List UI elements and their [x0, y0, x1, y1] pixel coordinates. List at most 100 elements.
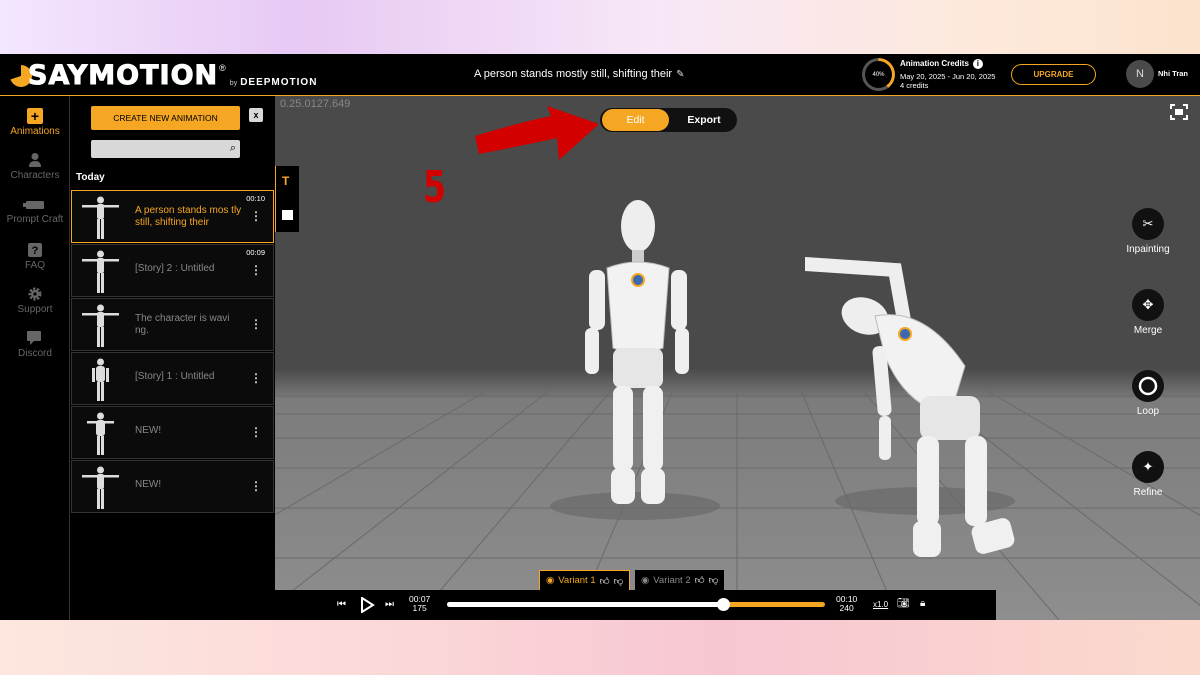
animation-list-item[interactable]: 00:09 [Story] 2 : Untitled ⋮ [71, 244, 274, 297]
film-icon[interactable] [282, 210, 293, 220]
nav-item-discord[interactable]: Discord [0, 330, 70, 359]
search-input[interactable]: ⌕ [91, 140, 240, 158]
variant-label: Variant 1 [558, 575, 596, 586]
character-thumbnail [92, 358, 109, 401]
person-icon [29, 153, 41, 167]
animation-title[interactable]: A person stands mostly still, shifting t… [474, 68, 684, 80]
tool-refine[interactable]: ✦ Refine [1113, 451, 1183, 498]
mode-toggle: Edit Export [600, 108, 737, 132]
character-thumbnail [82, 250, 119, 293]
tool-label: Inpainting [1126, 244, 1170, 255]
more-options-icon[interactable]: ⋮ [250, 479, 262, 493]
tool-loop[interactable]: Loop [1113, 370, 1183, 417]
logo-text: SAYMOTION [27, 60, 219, 92]
animations-panel: CREATE NEW ANIMATION x ⌕ Today 00:10 A p… [71, 96, 274, 620]
gear-icon [28, 287, 42, 301]
playback-bar: ⏮ ⏭ 00:07 175 00:10 240 x1.0 📷︎ 🔒︎ [275, 590, 996, 620]
close-panel-button[interactable]: x [249, 108, 263, 122]
total-frames-text: 240 [839, 603, 854, 613]
timeline-slider[interactable] [447, 598, 825, 611]
pencil-icon[interactable]: ✎ [676, 69, 684, 80]
credits-dates: May 20, 2025 - Jun 20, 2025 [900, 72, 996, 81]
nav-item-faq[interactable]: ? FAQ [0, 242, 70, 271]
plus-icon: + [27, 108, 43, 124]
timeline-progress [447, 602, 723, 607]
annotation-step-number: 5 [423, 162, 446, 213]
nav-item-support[interactable]: Support [0, 286, 70, 315]
more-options-icon[interactable]: ⋮ [250, 425, 262, 439]
character-model-standing [585, 200, 689, 504]
thumbs-down-icon[interactable]: 👎︎ [709, 574, 719, 586]
nav-item-prompt-craft[interactable]: Prompt Craft [0, 198, 70, 225]
more-options-icon[interactable]: ⋮ [250, 317, 262, 331]
total-time: 00:10 240 [836, 595, 857, 613]
annotation-arrow [475, 106, 599, 160]
timeline-handle[interactable] [716, 598, 730, 611]
nav-item-characters[interactable]: Characters [0, 152, 70, 181]
credits-title-text: Animation Credits [900, 59, 969, 68]
animation-list-item[interactable]: NEW! ⋮ [71, 406, 274, 459]
credits-title: Animation Credits i [900, 59, 983, 69]
logo-by: by [229, 80, 238, 87]
animation-title-text: A person stands mostly still, shifting t… [474, 68, 673, 80]
floor-grid [275, 385, 1200, 620]
eye-icon: ◉ [641, 574, 650, 586]
side-tabs: T [275, 166, 299, 232]
animation-list-item[interactable]: NEW! ⋮ [71, 460, 274, 513]
thumbs-up-icon[interactable]: 👍︎ [695, 574, 705, 586]
skip-forward-icon[interactable]: ⏭ [385, 599, 394, 610]
tool-label: Merge [1133, 325, 1163, 336]
registered-mark: ® [219, 63, 226, 73]
more-options-icon[interactable]: ⋮ [250, 209, 262, 223]
play-icon[interactable] [359, 597, 375, 613]
camera-icon[interactable]: 📷︎ [897, 598, 910, 609]
tool-inpainting[interactable]: ✂ Inpainting [1113, 208, 1183, 255]
variant-tab-2[interactable]: ◉ Variant 2 👍︎ 👎︎ [635, 570, 725, 590]
more-options-icon[interactable]: ⋮ [250, 263, 262, 277]
animation-title: NEW! [135, 479, 162, 490]
animation-list-item[interactable]: The character is wavi ng. ⋮ [71, 298, 274, 351]
top-header: SAYMOTION ® by DEEPMOTION A person stand… [0, 54, 1200, 96]
lock-icon[interactable]: 🔒︎ [920, 598, 925, 609]
credits-percent: 40% [865, 61, 892, 88]
character-thumbnail [87, 412, 114, 455]
tool-label: Loop [1136, 406, 1160, 417]
skip-back-icon[interactable]: ⏮ [337, 599, 346, 610]
nav-label: Discord [18, 348, 52, 359]
version-label: 0.25.0127.649 [280, 98, 351, 110]
character-thumbnail [82, 304, 119, 347]
merge-icon: ✥ [1132, 289, 1164, 321]
logo-company: DEEPMOTION [240, 77, 318, 88]
prompt-icon [23, 201, 44, 209]
thumbs-up-icon[interactable]: 👍︎ [600, 575, 610, 587]
more-options-icon[interactable]: ⋮ [250, 371, 262, 385]
search-icon[interactable]: ⌕ [230, 142, 236, 155]
avatar[interactable]: N [1126, 60, 1154, 88]
animation-list-item[interactable]: 00:10 A person stands mos tly still, shi… [71, 190, 274, 243]
info-icon[interactable]: i [972, 59, 983, 69]
fullscreen-icon[interactable] [1170, 104, 1188, 120]
loop-ring-shape [1138, 376, 1158, 396]
eye-icon: ◉ [546, 575, 555, 586]
edit-button[interactable]: Edit [602, 109, 669, 131]
chat-icon [27, 331, 41, 345]
create-animation-button[interactable]: CREATE NEW ANIMATION [91, 106, 240, 130]
text-prompt-icon[interactable]: T [282, 174, 289, 188]
user-name[interactable]: Nhi Tran [1158, 69, 1188, 78]
variant-tab-1[interactable]: ◉ Variant 1 👍︎ 👎︎ [539, 570, 631, 590]
speed-control[interactable]: x1.0 [873, 600, 888, 609]
inpainting-icon: ✂ [1132, 208, 1164, 240]
3d-viewport[interactable]: 0.25.0127.649 5 Edit Export ✂ Inpainting… [275, 96, 1200, 620]
character-thumbnail [82, 196, 119, 239]
upgrade-button[interactable]: UPGRADE [1011, 64, 1096, 85]
character-thumbnail [82, 466, 119, 509]
current-frame-text: 175 [412, 603, 427, 613]
nav-item-animations[interactable]: + Animations [0, 108, 70, 137]
tool-merge[interactable]: ✥ Merge [1113, 289, 1183, 336]
thumbs-down-icon[interactable]: 👎︎ [614, 575, 624, 587]
saymotion-logo[interactable]: SAYMOTION ® by DEEPMOTION [10, 60, 318, 92]
duration-label: 00:09 [246, 248, 265, 257]
export-button[interactable]: Export [674, 109, 734, 131]
animation-title: The character is wavi ng. [135, 313, 230, 336]
animation-list-item[interactable]: [Story] 1 : Untitled ⋮ [71, 352, 274, 405]
